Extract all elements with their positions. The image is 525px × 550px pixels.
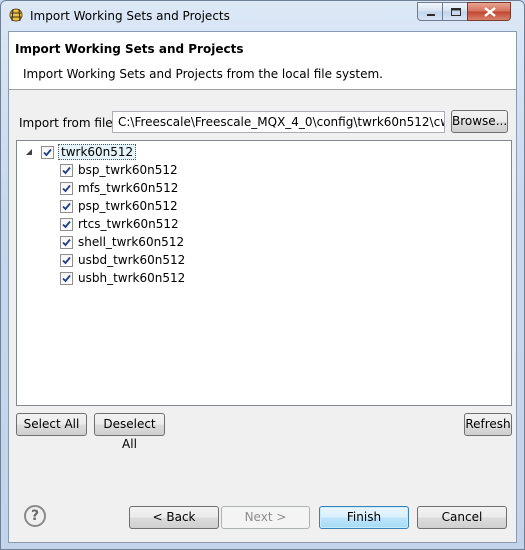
- wizard-header: Import Working Sets and Projects Import …: [9, 32, 516, 90]
- tree-item-label[interactable]: rtcs_twrk60n512: [77, 217, 179, 231]
- tree-item[interactable]: rtcs_twrk60n512: [60, 215, 179, 233]
- checkmark-icon: [62, 166, 71, 174]
- item-checkbox[interactable]: [60, 181, 73, 195]
- tree-item-label[interactable]: shell_twrk60n512: [77, 235, 184, 249]
- checkmark-icon: [62, 202, 71, 210]
- item-checkbox[interactable]: [60, 217, 73, 231]
- item-checkbox[interactable]: [60, 163, 73, 177]
- minimize-icon: [427, 14, 435, 16]
- project-tree[interactable]: twrk60n512 bsp_twrk60n512 mfs_twrk60n512…: [16, 140, 512, 406]
- tree-item-label[interactable]: bsp_twrk60n512: [77, 163, 178, 177]
- finish-button[interactable]: Finish: [319, 506, 409, 529]
- tree-item[interactable]: usbh_twrk60n512: [60, 269, 185, 287]
- item-checkbox[interactable]: [60, 253, 73, 267]
- select-all-button[interactable]: Select All: [16, 413, 87, 436]
- tree-root-label[interactable]: twrk60n512: [58, 144, 137, 160]
- wizard-title: Import Working Sets and Projects: [15, 42, 244, 56]
- dialog-body: Import Working Sets and Projects Import …: [8, 31, 517, 543]
- deselect-all-button[interactable]: Deselect All: [94, 413, 165, 451]
- tree-item-label[interactable]: psp_twrk60n512: [77, 199, 178, 213]
- close-icon: [484, 7, 496, 17]
- item-checkbox[interactable]: [60, 271, 73, 285]
- tree-item[interactable]: mfs_twrk60n512: [60, 179, 178, 197]
- help-icon[interactable]: ?: [24, 505, 46, 527]
- maximize-button[interactable]: [442, 2, 468, 21]
- close-window-button[interactable]: [467, 2, 511, 21]
- back-button[interactable]: < Back: [129, 506, 219, 529]
- checkmark-icon: [62, 274, 71, 282]
- dialog-window: Import Working Sets and Projects Import …: [0, 0, 525, 550]
- import-path-input[interactable]: C:\Freescale\Freescale_MQX_4_0\config\tw…: [112, 111, 445, 133]
- maximize-icon: [451, 8, 461, 16]
- import-from-file-label: Import from file:: [19, 116, 117, 130]
- eclipse-icon: [9, 8, 23, 22]
- tree-item[interactable]: shell_twrk60n512: [60, 233, 184, 251]
- next-button[interactable]: Next >: [221, 506, 310, 529]
- title-bar[interactable]: Import Working Sets and Projects: [1, 1, 524, 31]
- tree-item[interactable]: psp_twrk60n512: [60, 197, 178, 215]
- tree-item-label[interactable]: mfs_twrk60n512: [77, 181, 178, 195]
- item-checkbox[interactable]: [60, 235, 73, 249]
- tree-root-row[interactable]: twrk60n512: [25, 143, 137, 161]
- tree-item-label[interactable]: usbd_twrk60n512: [77, 253, 185, 267]
- minimize-button[interactable]: [417, 2, 443, 21]
- expand-arrow-icon[interactable]: [25, 148, 33, 156]
- wizard-description: Import Working Sets and Projects from th…: [23, 67, 383, 81]
- tree-item-label[interactable]: usbh_twrk60n512: [77, 271, 185, 285]
- tree-item[interactable]: bsp_twrk60n512: [60, 161, 178, 179]
- browse-button[interactable]: Browse...: [451, 110, 508, 133]
- window-title: Import Working Sets and Projects: [30, 9, 230, 23]
- item-checkbox[interactable]: [60, 199, 73, 213]
- refresh-button[interactable]: Refresh: [464, 413, 512, 436]
- checkmark-icon: [43, 148, 52, 156]
- root-checkbox[interactable]: [41, 145, 54, 159]
- cancel-button[interactable]: Cancel: [417, 506, 507, 529]
- tree-item[interactable]: usbd_twrk60n512: [60, 251, 185, 269]
- checkmark-icon: [62, 256, 71, 264]
- checkmark-icon: [62, 184, 71, 192]
- checkmark-icon: [62, 220, 71, 228]
- checkmark-icon: [62, 238, 71, 246]
